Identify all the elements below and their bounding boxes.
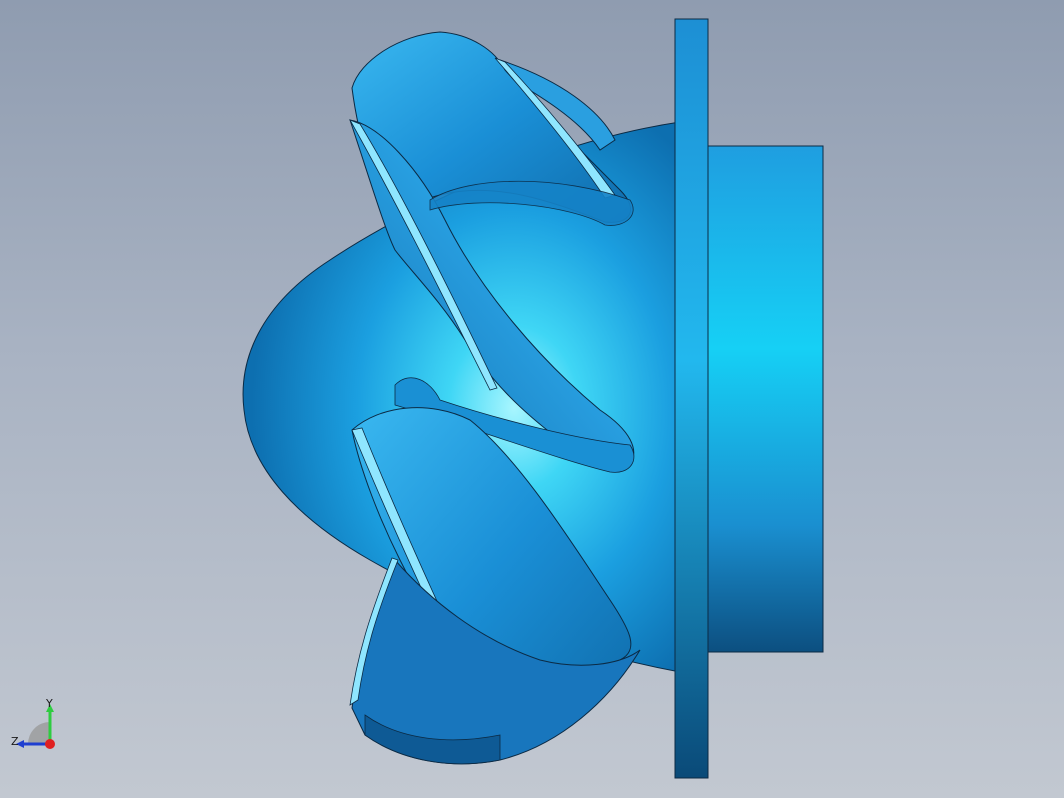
impeller-model[interactable] [0,0,1064,798]
y-axis-label: Y [46,697,53,710]
z-axis-label: Z [11,735,19,748]
graphics-viewport[interactable]: Y Z [0,0,1064,798]
axis-triad: Y Z [8,698,60,756]
flange-plate [674,18,709,779]
shaft-cylinder [699,145,824,653]
